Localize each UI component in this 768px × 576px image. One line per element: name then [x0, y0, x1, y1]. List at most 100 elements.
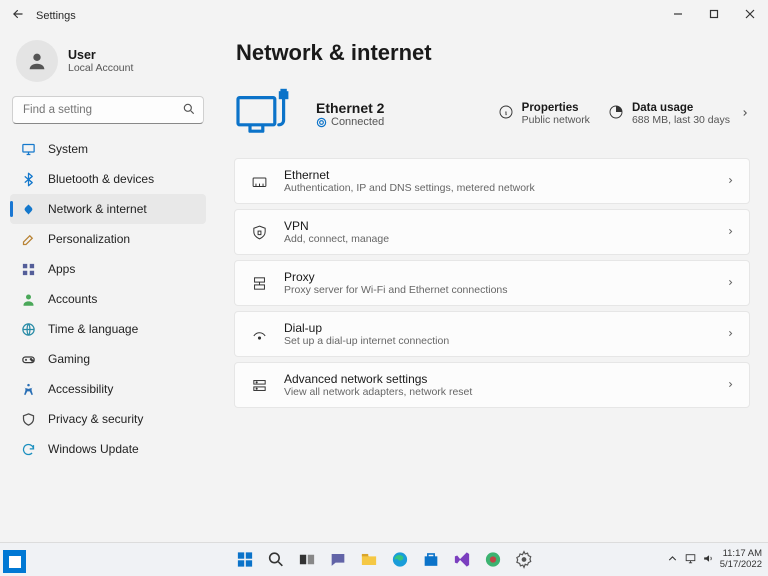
close-button[interactable] [732, 0, 768, 28]
gaming-icon [20, 351, 36, 367]
chevron-right-icon [740, 105, 750, 123]
app-icon[interactable] [480, 547, 506, 573]
sidebar-item-network[interactable]: Network & internet [10, 194, 206, 224]
sidebar-item-label: Bluetooth & devices [48, 172, 154, 186]
user-account-type: Local Account [68, 62, 133, 74]
chat-icon[interactable] [325, 547, 351, 573]
maximize-button[interactable] [696, 0, 732, 28]
setting-row-vpn[interactable]: VPN Add, connect, manage [234, 209, 750, 255]
data-usage-label: Data usage [632, 102, 730, 114]
taskbar-clock[interactable]: 11:17 AM 5/17/2022 [720, 549, 762, 571]
back-button[interactable] [8, 7, 28, 26]
sidebar-nav: System Bluetooth & devices Network & int… [10, 134, 206, 464]
chevron-right-icon [726, 172, 735, 190]
row-sub: Proxy server for Wi-Fi and Ethernet conn… [284, 284, 711, 296]
ethernet-icon [249, 173, 269, 190]
taskbar-date: 5/17/2022 [720, 560, 762, 571]
setting-row-ethernet[interactable]: Ethernet Authentication, IP and DNS sett… [234, 158, 750, 204]
row-sub: Authentication, IP and DNS settings, met… [284, 182, 711, 194]
setting-row-dialup[interactable]: Dial-up Set up a dial-up internet connec… [234, 311, 750, 357]
tray-volume-icon[interactable] [702, 552, 715, 568]
sidebar-item-label: Personalization [48, 232, 130, 246]
properties-sub: Public network [522, 114, 590, 126]
user-name: User [68, 48, 133, 62]
lock-icon [249, 224, 269, 241]
connection-status: Ethernet 2 Connected Properties Public n… [234, 76, 750, 152]
visual-studio-icon[interactable] [449, 547, 475, 573]
dialup-icon [249, 326, 269, 343]
properties-label: Properties [522, 102, 590, 114]
row-sub: View all network adapters, network reset [284, 386, 711, 398]
sidebar-item-gaming[interactable]: Gaming [10, 344, 206, 374]
sidebar-item-system[interactable]: System [10, 134, 206, 164]
taskbar-time: 11:17 AM [720, 549, 762, 560]
sidebar-item-label: Accessibility [48, 382, 113, 396]
sidebar-item-label: Accounts [48, 292, 97, 306]
avatar [16, 40, 58, 82]
row-title: Proxy [284, 270, 711, 284]
brush-icon [20, 231, 36, 247]
task-view-icon[interactable] [294, 547, 320, 573]
apps-icon [20, 261, 36, 277]
chevron-right-icon [726, 223, 735, 241]
sidebar-item-accounts[interactable]: Accounts [10, 284, 206, 314]
row-sub: Set up a dial-up internet connection [284, 335, 711, 347]
monitor-icon [20, 141, 36, 157]
sidebar-item-label: Gaming [48, 352, 90, 366]
row-title: Advanced network settings [284, 372, 711, 386]
sidebar-item-personalization[interactable]: Personalization [10, 224, 206, 254]
chevron-right-icon [726, 325, 735, 343]
sidebar-item-bluetooth[interactable]: Bluetooth & devices [10, 164, 206, 194]
window-title: Settings [36, 10, 76, 22]
chevron-right-icon [726, 274, 735, 292]
sidebar-item-windows-update[interactable]: Windows Update [10, 434, 206, 464]
sidebar-item-label: Privacy & security [48, 412, 143, 426]
accessibility-icon [20, 381, 36, 397]
store-icon[interactable] [418, 547, 444, 573]
ethernet-hero-icon [234, 85, 298, 144]
chevron-right-icon [726, 376, 735, 394]
sidebar-item-label: Windows Update [48, 442, 139, 456]
sidebar-item-time-language[interactable]: Time & language [10, 314, 206, 344]
sidebar-item-label: Network & internet [48, 202, 147, 216]
row-sub: Add, connect, manage [284, 233, 711, 245]
row-title: Dial-up [284, 321, 711, 335]
sidebar-item-accessibility[interactable]: Accessibility [10, 374, 206, 404]
globe-icon [20, 321, 36, 337]
tray-network-icon[interactable] [684, 552, 697, 568]
taskbar[interactable]: 11:17 AM 5/17/2022 [0, 542, 768, 576]
main-content: Network & internet Ethernet 2 Connected [216, 32, 768, 542]
row-title: VPN [284, 219, 711, 233]
connection-state: Connected [316, 116, 488, 128]
data-usage-button[interactable]: Data usage 688 MB, last 30 days [608, 102, 730, 126]
update-icon [20, 441, 36, 457]
sidebar-item-privacy[interactable]: Privacy & security [10, 404, 206, 434]
start-corner-decoration [3, 550, 26, 573]
sidebar-item-apps[interactable]: Apps [10, 254, 206, 284]
search-input[interactable] [12, 96, 204, 124]
bluetooth-icon [20, 171, 36, 187]
connection-name: Ethernet 2 [316, 100, 488, 116]
edge-icon[interactable] [387, 547, 413, 573]
setting-row-advanced[interactable]: Advanced network settings View all netwo… [234, 362, 750, 408]
wifi-icon [20, 201, 36, 217]
tray-chevron-icon[interactable] [666, 552, 679, 568]
file-explorer-icon[interactable] [356, 547, 382, 573]
page-title: Network & internet [236, 40, 750, 66]
user-account[interactable]: User Local Account [10, 36, 206, 90]
taskbar-search-icon[interactable] [263, 547, 289, 573]
sidebar-item-label: Apps [48, 262, 75, 276]
data-usage-sub: 688 MB, last 30 days [632, 114, 730, 126]
sidebar-item-label: System [48, 142, 88, 156]
sidebar-item-label: Time & language [48, 322, 138, 336]
sidebar: User Local Account System Bluetooth & de… [0, 32, 216, 542]
row-title: Ethernet [284, 168, 711, 182]
settings-icon[interactable] [511, 547, 537, 573]
properties-button[interactable]: Properties Public network [498, 102, 590, 126]
start-button[interactable] [232, 547, 258, 573]
person-icon [20, 291, 36, 307]
minimize-button[interactable] [660, 0, 696, 28]
data-usage-icon [608, 104, 624, 125]
shield-icon [20, 411, 36, 427]
setting-row-proxy[interactable]: Proxy Proxy server for Wi-Fi and Etherne… [234, 260, 750, 306]
